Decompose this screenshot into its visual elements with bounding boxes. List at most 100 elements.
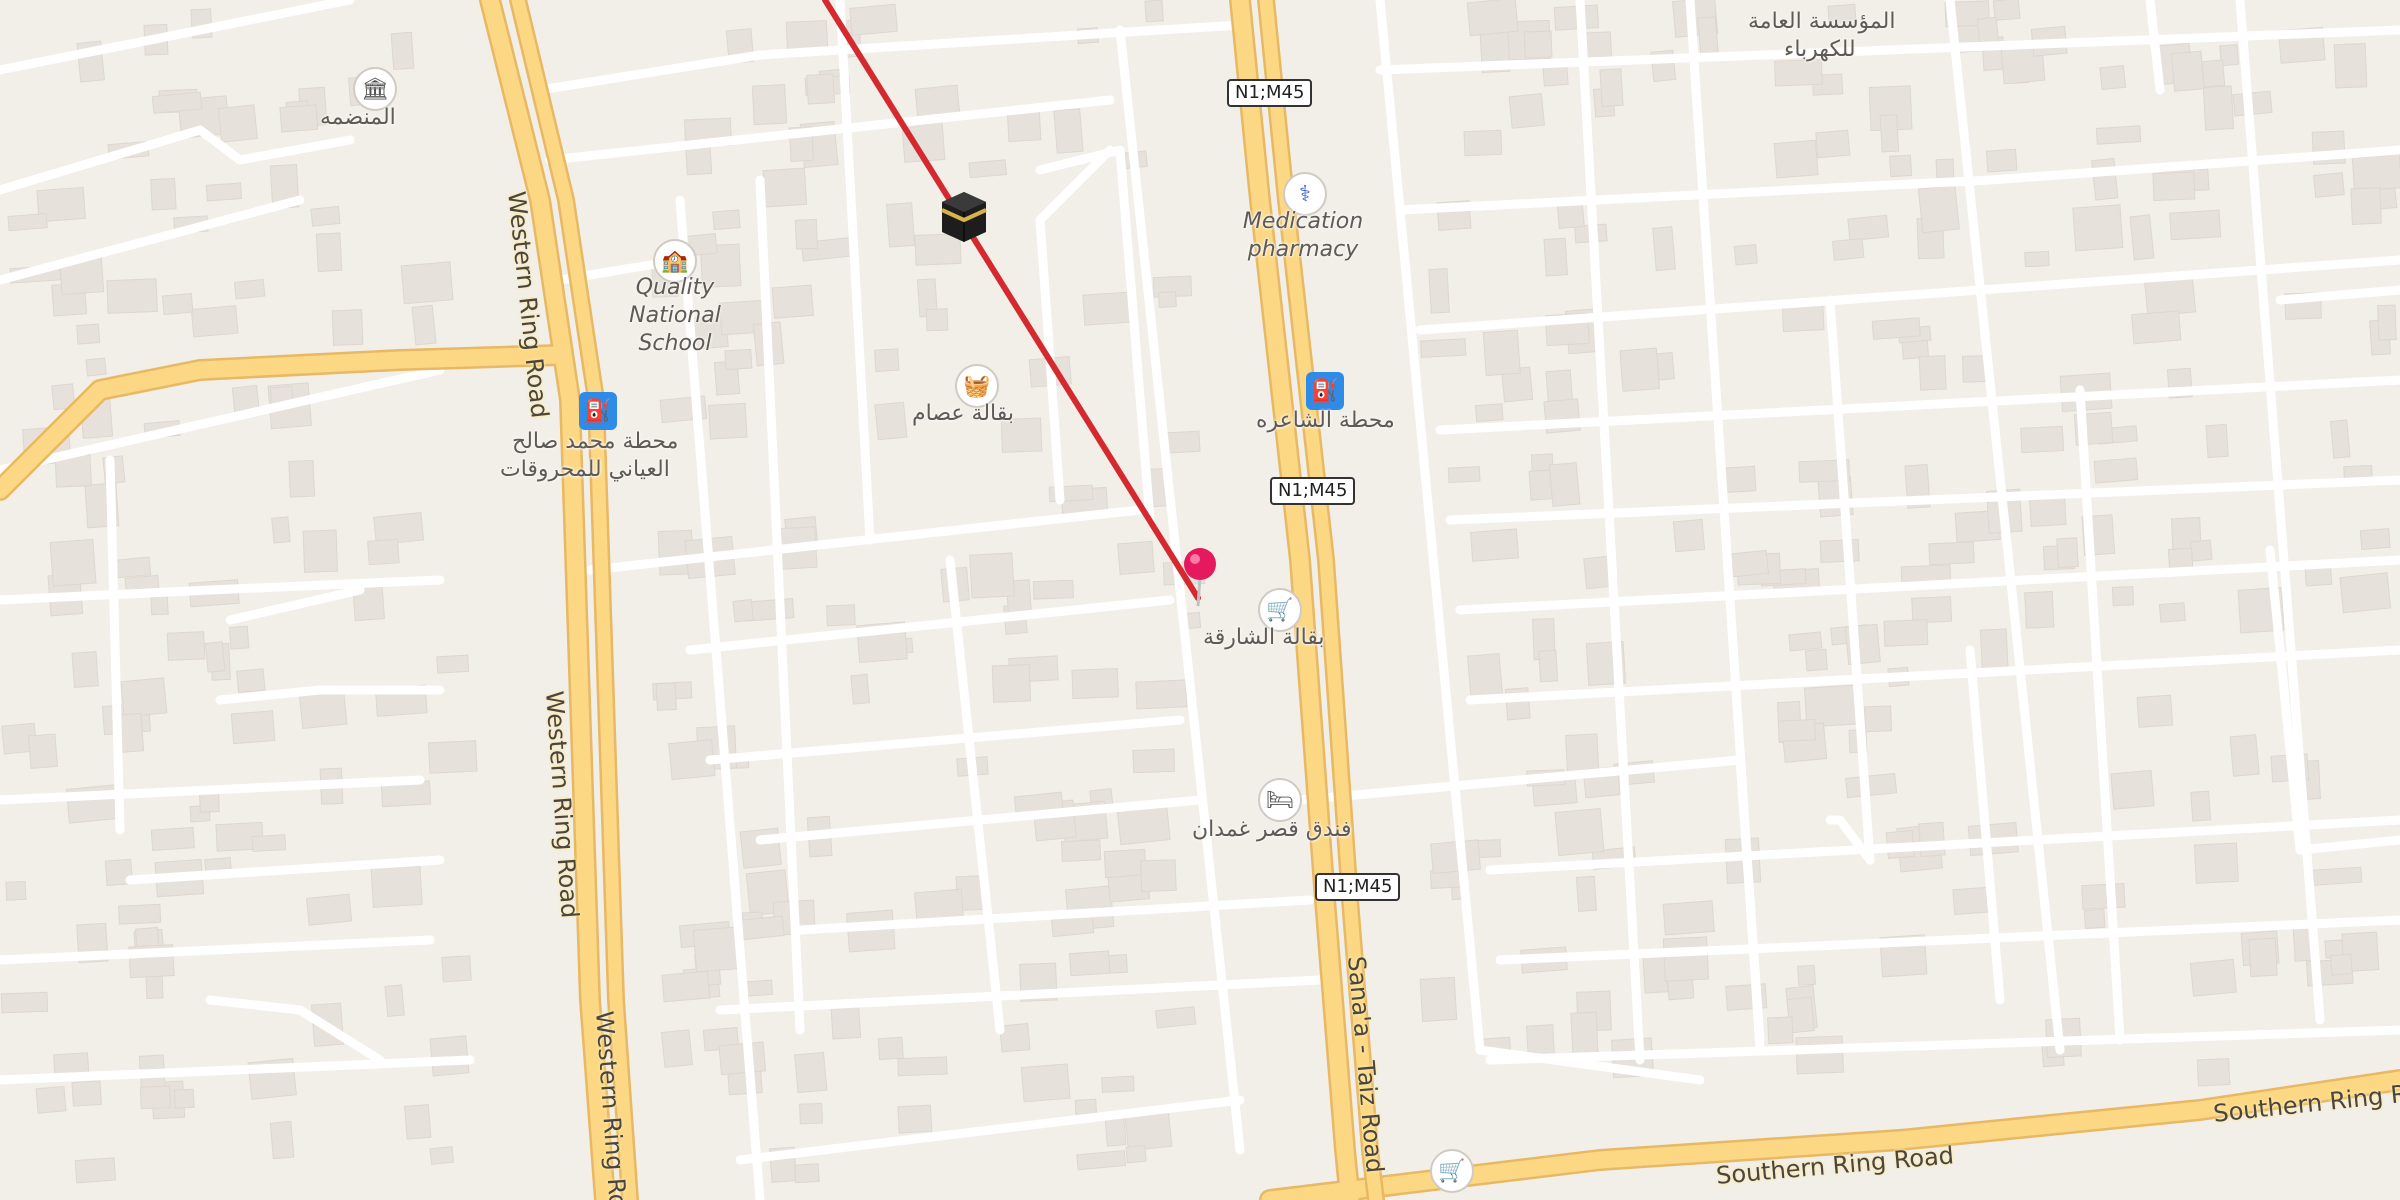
building [1733, 244, 1758, 266]
building [1428, 268, 1450, 314]
building [712, 209, 741, 231]
building [384, 984, 405, 1018]
shopping-cart-icon-2[interactable]: 🛒 [1430, 1149, 1474, 1193]
building [2091, 157, 2119, 201]
building [1032, 579, 1074, 600]
poi-label-grocery-sharqa: بقالة الشارقة [1203, 625, 1325, 650]
building [1538, 649, 1559, 683]
building [1125, 1144, 1147, 1164]
building [1767, 1016, 1794, 1045]
building [71, 1080, 102, 1107]
building [897, 1056, 948, 1077]
building [1871, 317, 1921, 340]
building [794, 218, 818, 250]
building [1979, 628, 2009, 672]
building [1068, 950, 1111, 977]
building [849, 3, 899, 36]
building [118, 903, 162, 925]
building [205, 182, 243, 202]
building [404, 1103, 432, 1140]
building [269, 1120, 295, 1160]
building [874, 401, 908, 441]
building [991, 663, 1032, 703]
building [1883, 619, 1929, 647]
building [825, 604, 856, 627]
building [228, 625, 250, 650]
building [2024, 590, 2055, 629]
building [106, 278, 158, 314]
building [2131, 310, 2182, 345]
building [1847, 214, 1890, 242]
building [302, 529, 339, 573]
building [1508, 93, 1546, 129]
building [1020, 1063, 1071, 1103]
kaaba-icon[interactable] [936, 188, 992, 244]
building [315, 232, 343, 273]
building [1103, 848, 1147, 878]
building [2193, 842, 2239, 884]
building [1918, 821, 1946, 858]
building [35, 1085, 67, 1114]
building [2093, 457, 2139, 484]
building [1474, 403, 1504, 423]
building [120, 677, 168, 718]
building [1144, 0, 1164, 23]
building [173, 1088, 195, 1109]
building [150, 177, 177, 211]
building [794, 1163, 820, 1184]
building [1815, 129, 1851, 159]
building [969, 552, 1015, 599]
building [1060, 839, 1102, 863]
building [968, 159, 1007, 179]
building [2158, 602, 2186, 623]
building [1076, 1149, 1127, 1171]
building [7, 212, 48, 232]
building [1463, 129, 1503, 157]
building [655, 682, 677, 711]
building [1819, 538, 1860, 564]
building [771, 284, 814, 319]
building [251, 834, 287, 853]
building [288, 459, 316, 498]
building [660, 1029, 693, 1068]
building [2081, 882, 2126, 910]
building [794, 1051, 828, 1094]
building [1795, 1035, 1844, 1075]
fuel-pump-icon-2[interactable]: ⛽ [1306, 372, 1344, 410]
building [0, 991, 49, 1014]
building [427, 740, 478, 774]
fuel-pump-icon[interactable]: ⛽ [579, 392, 617, 430]
building [71, 651, 99, 688]
building [1697, 16, 1719, 56]
building [436, 654, 470, 674]
building [1466, 652, 1504, 699]
building [1773, 139, 1819, 179]
building [1419, 338, 1467, 359]
building [2248, 937, 2278, 978]
building [806, 73, 836, 105]
building [2359, 527, 2391, 550]
building [305, 893, 353, 926]
map-canvas[interactable]: N1;M45 N1;M45 N1;M45 Western Ring Road W… [0, 0, 2400, 1200]
building [310, 205, 341, 227]
building [897, 1104, 933, 1134]
building [1652, 226, 1676, 272]
building [1662, 936, 1710, 982]
building [1543, 237, 1568, 277]
building [2020, 425, 2065, 454]
building [1525, 1024, 1555, 1057]
building [2095, 125, 2142, 145]
poi-label-school: Quality National School [629, 275, 721, 356]
building [1672, 518, 1706, 553]
building [1140, 859, 1177, 893]
building [2330, 419, 2351, 459]
building [718, 1041, 767, 1076]
building [737, 915, 785, 941]
poi-label-electricity-2: للكهرباء [1784, 37, 1856, 62]
poi-label-grocery-asam: بقالة عصام [912, 401, 1014, 426]
building [217, 104, 258, 143]
direction-line [822, 0, 1201, 601]
location-pin-icon[interactable] [1180, 546, 1220, 608]
building [2072, 204, 2124, 252]
building [230, 710, 276, 745]
